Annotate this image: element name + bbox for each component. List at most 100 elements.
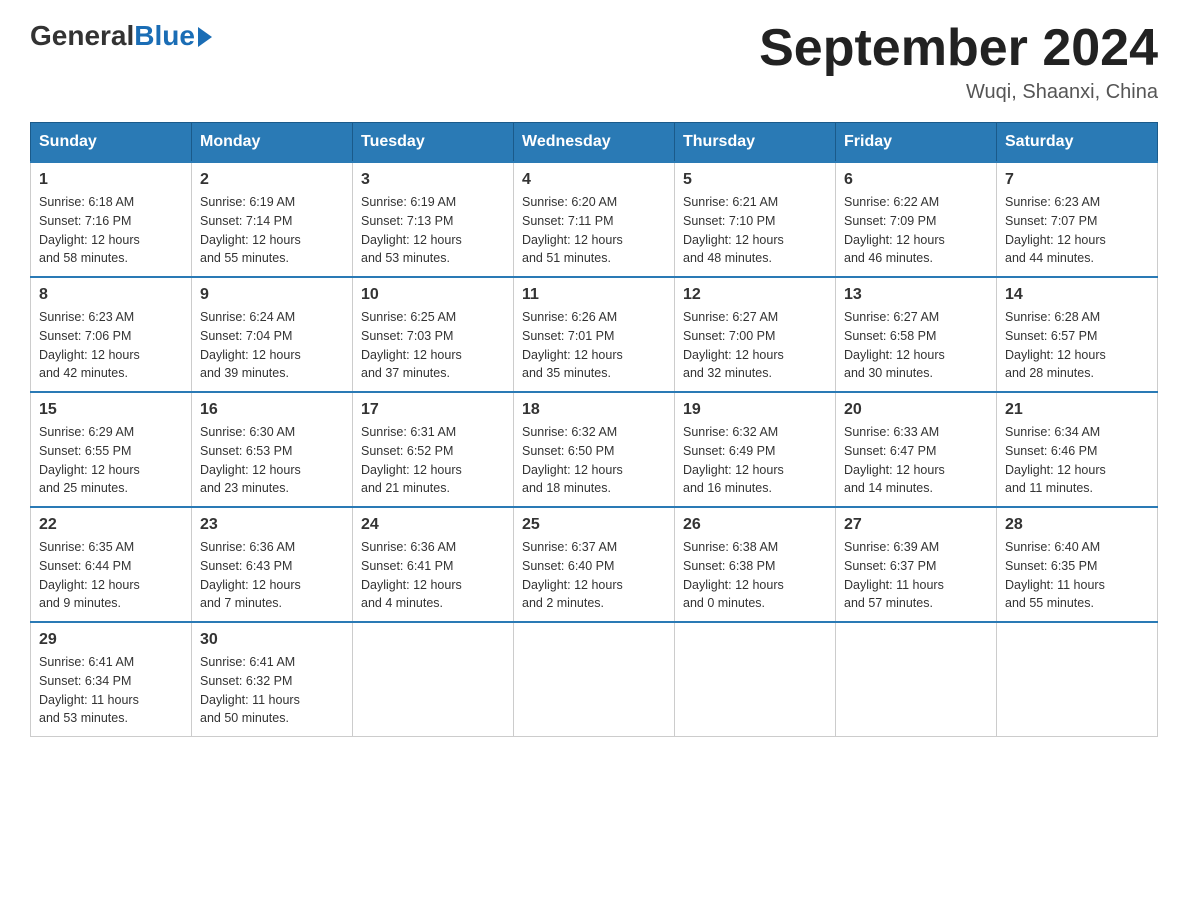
day-info: Sunrise: 6:27 AM Sunset: 6:58 PM Dayligh… — [844, 308, 988, 383]
day-info: Sunrise: 6:24 AM Sunset: 7:04 PM Dayligh… — [200, 308, 344, 383]
day-number: 2 — [200, 171, 344, 189]
day-cell: 24 Sunrise: 6:36 AM Sunset: 6:41 PM Dayli… — [353, 507, 514, 622]
day-number: 18 — [522, 401, 666, 419]
day-info: Sunrise: 6:41 AM Sunset: 6:32 PM Dayligh… — [200, 653, 344, 728]
logo-blue-part: Blue — [134, 20, 212, 52]
day-number: 22 — [39, 516, 183, 534]
day-info: Sunrise: 6:36 AM Sunset: 6:43 PM Dayligh… — [200, 538, 344, 613]
day-number: 27 — [844, 516, 988, 534]
calendar-header: SundayMondayTuesdayWednesdayThursdayFrid… — [31, 123, 1158, 163]
day-number: 13 — [844, 286, 988, 304]
logo-blue-text: Blue — [134, 20, 195, 52]
week-row-5: 29Sunrise: 6:41 AM Sunset: 6:34 PM Dayli… — [31, 622, 1158, 737]
day-number: 24 — [361, 516, 505, 534]
day-cell: 20 Sunrise: 6:33 AM Sunset: 6:47 PM Dayli… — [836, 392, 997, 507]
header-cell-friday: Friday — [836, 123, 997, 163]
day-cell: 12Sunrise: 6:27 AM Sunset: 7:00 PM Dayli… — [675, 277, 836, 392]
day-number: 1 — [39, 171, 183, 189]
day-cell — [353, 622, 514, 737]
day-cell: 6 Sunrise: 6:22 AM Sunset: 7:09 PM Daylig… — [836, 162, 997, 277]
day-number: 3 — [361, 171, 505, 189]
header-row: SundayMondayTuesdayWednesdayThursdayFrid… — [31, 123, 1158, 163]
calendar-table: SundayMondayTuesdayWednesdayThursdayFrid… — [30, 122, 1158, 737]
day-number: 11 — [522, 286, 666, 304]
week-row-4: 22 Sunrise: 6:35 AM Sunset: 6:44 PM Dayli… — [31, 507, 1158, 622]
day-number: 16 — [200, 401, 344, 419]
day-number: 10 — [361, 286, 505, 304]
day-info: Sunrise: 6:33 AM Sunset: 6:47 PM Dayligh… — [844, 423, 988, 498]
day-cell: 27Sunrise: 6:39 AM Sunset: 6:37 PM Dayli… — [836, 507, 997, 622]
day-info: Sunrise: 6:23 AM Sunset: 7:06 PM Dayligh… — [39, 308, 183, 383]
day-info: Sunrise: 6:19 AM Sunset: 7:13 PM Dayligh… — [361, 193, 505, 268]
day-cell: 9 Sunrise: 6:24 AM Sunset: 7:04 PM Daylig… — [192, 277, 353, 392]
day-number: 8 — [39, 286, 183, 304]
day-cell: 19 Sunrise: 6:32 AM Sunset: 6:49 PM Dayli… — [675, 392, 836, 507]
day-cell: 25Sunrise: 6:37 AM Sunset: 6:40 PM Dayli… — [514, 507, 675, 622]
day-info: Sunrise: 6:30 AM Sunset: 6:53 PM Dayligh… — [200, 423, 344, 498]
day-info: Sunrise: 6:29 AM Sunset: 6:55 PM Dayligh… — [39, 423, 183, 498]
logo-general-text: General — [30, 20, 134, 52]
day-number: 26 — [683, 516, 827, 534]
day-number: 9 — [200, 286, 344, 304]
day-info: Sunrise: 6:34 AM Sunset: 6:46 PM Dayligh… — [1005, 423, 1149, 498]
day-cell: 26Sunrise: 6:38 AM Sunset: 6:38 PM Dayli… — [675, 507, 836, 622]
day-info: Sunrise: 6:28 AM Sunset: 6:57 PM Dayligh… — [1005, 308, 1149, 383]
week-row-3: 15Sunrise: 6:29 AM Sunset: 6:55 PM Dayli… — [31, 392, 1158, 507]
header-cell-wednesday: Wednesday — [514, 123, 675, 163]
day-cell: 23 Sunrise: 6:36 AM Sunset: 6:43 PM Dayli… — [192, 507, 353, 622]
day-number: 6 — [844, 171, 988, 189]
location-subtitle: Wuqi, Shaanxi, China — [759, 81, 1158, 104]
day-cell: 10 Sunrise: 6:25 AM Sunset: 7:03 PM Dayli… — [353, 277, 514, 392]
day-cell: 2Sunrise: 6:19 AM Sunset: 7:14 PM Daylig… — [192, 162, 353, 277]
day-number: 20 — [844, 401, 988, 419]
header-cell-thursday: Thursday — [675, 123, 836, 163]
day-info: Sunrise: 6:21 AM Sunset: 7:10 PM Dayligh… — [683, 193, 827, 268]
day-info: Sunrise: 6:25 AM Sunset: 7:03 PM Dayligh… — [361, 308, 505, 383]
day-cell: 29Sunrise: 6:41 AM Sunset: 6:34 PM Dayli… — [31, 622, 192, 737]
day-number: 14 — [1005, 286, 1149, 304]
day-number: 4 — [522, 171, 666, 189]
day-number: 19 — [683, 401, 827, 419]
day-number: 17 — [361, 401, 505, 419]
day-cell: 3 Sunrise: 6:19 AM Sunset: 7:13 PM Daylig… — [353, 162, 514, 277]
page-header: General Blue September 2024 Wuqi, Shaanx… — [30, 20, 1158, 104]
day-cell: 7Sunrise: 6:23 AM Sunset: 7:07 PM Daylig… — [997, 162, 1158, 277]
day-cell: 17 Sunrise: 6:31 AM Sunset: 6:52 PM Dayli… — [353, 392, 514, 507]
day-info: Sunrise: 6:36 AM Sunset: 6:41 PM Dayligh… — [361, 538, 505, 613]
day-info: Sunrise: 6:27 AM Sunset: 7:00 PM Dayligh… — [683, 308, 827, 383]
day-number: 21 — [1005, 401, 1149, 419]
day-cell: 28 Sunrise: 6:40 AM Sunset: 6:35 PM Dayli… — [997, 507, 1158, 622]
day-info: Sunrise: 6:26 AM Sunset: 7:01 PM Dayligh… — [522, 308, 666, 383]
week-row-1: 1 Sunrise: 6:18 AM Sunset: 7:16 PM Daylig… — [31, 162, 1158, 277]
month-title: September 2024 — [759, 20, 1158, 77]
day-number: 28 — [1005, 516, 1149, 534]
day-number: 30 — [200, 631, 344, 649]
day-info: Sunrise: 6:18 AM Sunset: 7:16 PM Dayligh… — [39, 193, 183, 268]
day-info: Sunrise: 6:32 AM Sunset: 6:49 PM Dayligh… — [683, 423, 827, 498]
day-cell — [514, 622, 675, 737]
day-cell: 13 Sunrise: 6:27 AM Sunset: 6:58 PM Dayli… — [836, 277, 997, 392]
day-cell: 15Sunrise: 6:29 AM Sunset: 6:55 PM Dayli… — [31, 392, 192, 507]
week-row-2: 8 Sunrise: 6:23 AM Sunset: 7:06 PM Daylig… — [31, 277, 1158, 392]
day-cell: 11 Sunrise: 6:26 AM Sunset: 7:01 PM Dayli… — [514, 277, 675, 392]
day-info: Sunrise: 6:20 AM Sunset: 7:11 PM Dayligh… — [522, 193, 666, 268]
day-cell — [836, 622, 997, 737]
day-info: Sunrise: 6:40 AM Sunset: 6:35 PM Dayligh… — [1005, 538, 1149, 613]
day-number: 25 — [522, 516, 666, 534]
day-cell: 16 Sunrise: 6:30 AM Sunset: 6:53 PM Dayli… — [192, 392, 353, 507]
header-cell-tuesday: Tuesday — [353, 123, 514, 163]
day-number: 23 — [200, 516, 344, 534]
day-cell: 30 Sunrise: 6:41 AM Sunset: 6:32 PM Dayli… — [192, 622, 353, 737]
day-info: Sunrise: 6:23 AM Sunset: 7:07 PM Dayligh… — [1005, 193, 1149, 268]
logo: General Blue — [30, 20, 212, 52]
day-number: 29 — [39, 631, 183, 649]
day-info: Sunrise: 6:22 AM Sunset: 7:09 PM Dayligh… — [844, 193, 988, 268]
header-cell-saturday: Saturday — [997, 123, 1158, 163]
day-info: Sunrise: 6:31 AM Sunset: 6:52 PM Dayligh… — [361, 423, 505, 498]
calendar-body: 1 Sunrise: 6:18 AM Sunset: 7:16 PM Daylig… — [31, 162, 1158, 737]
day-info: Sunrise: 6:35 AM Sunset: 6:44 PM Dayligh… — [39, 538, 183, 613]
day-cell: 1 Sunrise: 6:18 AM Sunset: 7:16 PM Daylig… — [31, 162, 192, 277]
day-cell: 8 Sunrise: 6:23 AM Sunset: 7:06 PM Daylig… — [31, 277, 192, 392]
header-cell-sunday: Sunday — [31, 123, 192, 163]
title-section: September 2024 Wuqi, Shaanxi, China — [759, 20, 1158, 104]
